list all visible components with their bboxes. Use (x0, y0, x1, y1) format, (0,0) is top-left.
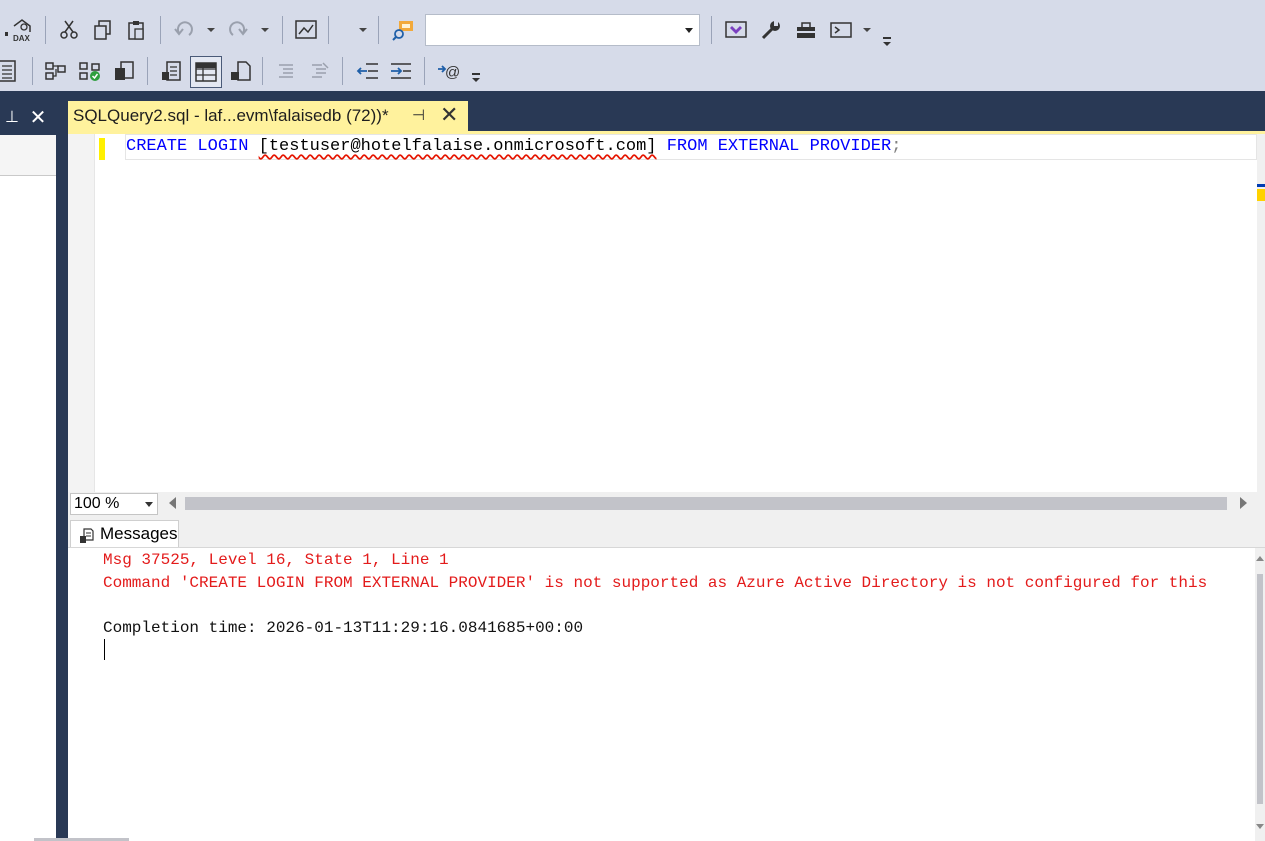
specify-values-icon[interactable]: @ (435, 57, 463, 85)
scroll-marker (1257, 189, 1265, 201)
chevron-down-icon[interactable] (145, 502, 153, 507)
toolbar-separator (282, 16, 283, 44)
display-plan-icon[interactable] (42, 57, 70, 85)
scroll-up-icon[interactable] (1256, 556, 1264, 561)
results-grid-icon[interactable] (190, 56, 222, 88)
close-icon[interactable]: ✕ (440, 102, 458, 128)
toolbar-separator (147, 57, 148, 85)
object-explorer-tree[interactable] (0, 176, 56, 841)
decrease-indent-icon[interactable] (354, 57, 382, 85)
terminal-dropdown-icon[interactable] (862, 16, 872, 44)
database-combo-input[interactable] (426, 15, 678, 43)
messages-vertical-scrollbar[interactable] (1255, 548, 1265, 841)
toolbar-separator (45, 16, 46, 44)
tab-sqlquery2[interactable]: SQLQuery2.sql - laf...evm\falaisedb (72)… (68, 101, 468, 131)
cut-icon[interactable] (55, 16, 83, 44)
increase-indent-icon[interactable] (387, 57, 415, 85)
change-marker (99, 138, 105, 160)
tab-messages[interactable]: Messages (70, 520, 179, 548)
close-icon[interactable]: ✕ (27, 106, 49, 130)
results-pane-icon[interactable] (0, 57, 22, 85)
keyword: PROVIDER (809, 137, 892, 156)
redo-icon[interactable] (224, 16, 252, 44)
toolbar-sql-editor: @ (0, 52, 895, 90)
pin-icon[interactable]: ⊣ (412, 106, 425, 124)
paste-icon[interactable] (122, 16, 150, 44)
solution-config-dropdown-icon[interactable] (358, 16, 368, 44)
copy-icon[interactable] (89, 16, 117, 44)
results-tabstrip: Messages (68, 516, 1265, 548)
code-line-1[interactable]: CREATE LOGIN [testuser@hotelfalaise.onmi… (125, 134, 1257, 160)
scroll-marker (1257, 184, 1265, 187)
messages-pane[interactable]: Msg 37525, Level 16, State 1, Line 1 Com… (68, 547, 1265, 841)
completion-time-line: Completion time: 2026-01-13T11:29:16.084… (103, 619, 584, 637)
database-combo[interactable] (425, 14, 700, 46)
toolbar-separator (424, 57, 425, 85)
login-identifier: [testuser@hotelfalaise.onmicrosoft.com] (258, 137, 657, 156)
keyword: CREATE (126, 137, 188, 156)
toolbar-overflow-icon[interactable] (471, 72, 481, 86)
svg-text:DAX: DAX (13, 34, 31, 43)
tab-messages-label: Messages (100, 524, 178, 543)
toolbar-separator (711, 16, 712, 44)
error-message-line: Command 'CREATE LOGIN FROM EXTERNAL PROV… (103, 574, 1208, 592)
query-options-icon[interactable] (110, 57, 138, 85)
scroll-left-icon[interactable] (169, 497, 176, 509)
uncomment-icon[interactable] (305, 57, 333, 85)
text-cursor (104, 639, 105, 660)
comment-icon[interactable] (272, 57, 300, 85)
toolbar-separator (160, 16, 161, 44)
scroll-right-icon[interactable] (1240, 497, 1247, 509)
results-to-text-icon[interactable] (157, 57, 185, 85)
keyword: EXTERNAL (717, 137, 800, 156)
toolbar-separator (378, 16, 379, 44)
redo-dropdown-icon[interactable] (260, 16, 270, 44)
editor-status-row: 100 % (68, 492, 1265, 516)
pin-icon[interactable]: ⊥ (2, 107, 22, 129)
scroll-down-icon[interactable] (1256, 824, 1264, 829)
query-editor[interactable]: CREATE LOGIN [testuser@hotelfalaise.onmi… (68, 131, 1265, 492)
keyword: LOGIN (197, 137, 249, 156)
horizontal-scrollbar-thumb[interactable] (185, 497, 1227, 510)
scrollbar-thumb[interactable] (1257, 574, 1263, 804)
editor-vertical-scrollbar[interactable] (1257, 134, 1265, 492)
undo-dropdown-icon[interactable] (206, 16, 216, 44)
object-explorer-toolbar (0, 135, 56, 176)
toolbar-overflow-icon[interactable] (882, 36, 892, 50)
design-query-icon[interactable] (292, 16, 320, 44)
editor-gutter (68, 134, 95, 492)
keyword: FROM (666, 137, 708, 156)
parse-icon[interactable] (76, 57, 104, 85)
toolbar-separator (328, 16, 329, 44)
undo-icon[interactable] (170, 16, 198, 44)
results-to-file-icon[interactable] (226, 57, 254, 85)
toolbar-area: DAX @ (0, 0, 1265, 91)
toolbar-separator (342, 57, 343, 85)
visual-studio-icon[interactable] (722, 16, 750, 44)
terminal-icon[interactable] (827, 16, 855, 44)
statement-terminator: ; (891, 137, 902, 156)
zoom-select[interactable]: 100 % (70, 493, 158, 515)
toolbar-separator (32, 57, 33, 85)
svg-text:@: @ (445, 64, 460, 81)
chevron-down-icon[interactable] (685, 28, 693, 33)
zoom-value: 100 % (74, 495, 120, 512)
tab-title: SQLQuery2.sql - laf...evm\falaisedb (72)… (73, 106, 389, 125)
dax-icon[interactable]: DAX (8, 16, 36, 44)
error-message-line: Msg 37525, Level 16, State 1, Line 1 (103, 551, 449, 569)
wrench-icon[interactable] (757, 16, 785, 44)
find-icon[interactable] (389, 16, 417, 44)
toolbar-fill (895, 0, 1265, 91)
toolbox-icon[interactable] (792, 16, 820, 44)
toolbar-separator (262, 57, 263, 85)
